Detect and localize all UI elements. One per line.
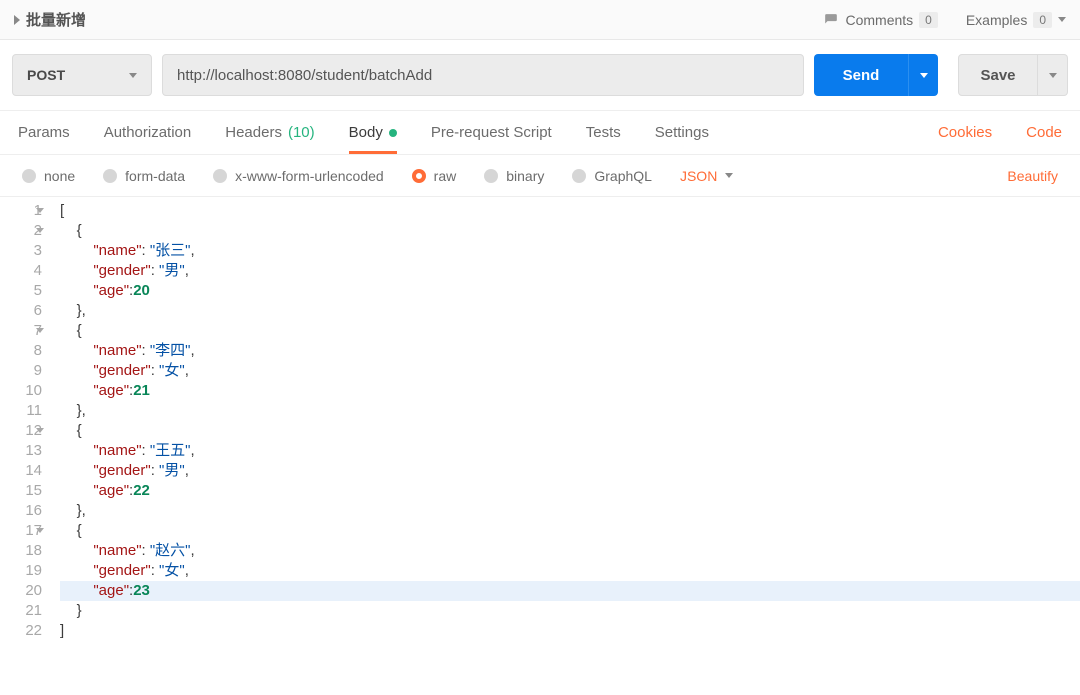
comments-button[interactable]: Comments 0 (823, 12, 937, 28)
body-content-type-select[interactable]: JSON (680, 168, 733, 184)
examples-dropdown[interactable]: Examples 0 (966, 12, 1066, 28)
method-select[interactable]: POST (12, 54, 152, 96)
body-binary-radio[interactable]: binary (484, 168, 544, 184)
editor-gutter: 12345678910111213141516171819202122 (0, 197, 50, 695)
radio-selected-icon (412, 169, 426, 183)
chevron-down-icon (1058, 17, 1066, 22)
code-link[interactable]: Code (1026, 124, 1062, 141)
json-editor[interactable]: 12345678910111213141516171819202122 [ { … (0, 197, 1080, 695)
body-formdata-radio[interactable]: form-data (103, 168, 185, 184)
body-xwww-label: x-www-form-urlencoded (235, 168, 384, 184)
body-raw-radio[interactable]: raw (412, 168, 457, 184)
chevron-down-icon (920, 73, 928, 78)
send-button[interactable]: Send (814, 54, 908, 96)
tab-body[interactable]: Body (349, 111, 397, 154)
body-graphql-radio[interactable]: GraphQL (572, 168, 652, 184)
request-title: 批量新增 (26, 9, 86, 30)
tab-tests[interactable]: Tests (586, 111, 621, 154)
chevron-down-icon (129, 73, 137, 78)
tab-headers-count: (10) (288, 124, 315, 141)
body-none-label: none (44, 168, 75, 184)
tab-authorization[interactable]: Authorization (104, 111, 192, 154)
tab-headers-label: Headers (225, 124, 282, 141)
save-button-group: Save (948, 54, 1068, 96)
examples-count: 0 (1033, 12, 1052, 28)
radio-icon (213, 169, 227, 183)
beautify-link[interactable]: Beautify (1007, 168, 1058, 184)
body-type-row: none form-data x-www-form-urlencoded raw… (0, 155, 1080, 197)
editor-code[interactable]: [ { "name": "张三", "gender": "男", "age":2… (50, 197, 1080, 695)
url-input[interactable]: http://localhost:8080/student/batchAdd (162, 54, 804, 96)
radio-icon (484, 169, 498, 183)
collapse-triangle-icon[interactable] (14, 15, 20, 25)
examples-label: Examples (966, 12, 1027, 28)
body-none-radio[interactable]: none (22, 168, 75, 184)
comment-icon (823, 13, 839, 27)
request-title-bar: 批量新增 Comments 0 Examples 0 (0, 0, 1080, 40)
tab-params[interactable]: Params (18, 111, 70, 154)
save-options-button[interactable] (1038, 54, 1068, 96)
request-tabs: Params Authorization Headers (10) Body P… (0, 111, 1080, 155)
request-row: POST http://localhost:8080/student/batch… (0, 40, 1080, 111)
body-graphql-label: GraphQL (594, 168, 652, 184)
send-options-button[interactable] (908, 54, 938, 96)
body-modified-dot-icon (389, 129, 397, 137)
tab-body-label: Body (349, 124, 383, 141)
comments-label: Comments (845, 12, 913, 28)
method-value: POST (27, 67, 65, 83)
send-button-group: Send (814, 54, 938, 96)
body-content-type-value: JSON (680, 168, 717, 184)
comments-count: 0 (919, 12, 938, 28)
body-formdata-label: form-data (125, 168, 185, 184)
tab-prerequest[interactable]: Pre-request Script (431, 111, 552, 154)
radio-icon (103, 169, 117, 183)
radio-icon (572, 169, 586, 183)
tab-headers[interactable]: Headers (10) (225, 111, 314, 154)
url-value: http://localhost:8080/student/batchAdd (177, 67, 432, 84)
radio-icon (22, 169, 36, 183)
chevron-down-icon (1049, 73, 1057, 78)
body-raw-label: raw (434, 168, 457, 184)
body-binary-label: binary (506, 168, 544, 184)
chevron-down-icon (725, 173, 733, 178)
tab-settings[interactable]: Settings (655, 111, 709, 154)
cookies-link[interactable]: Cookies (938, 124, 992, 141)
body-xwww-radio[interactable]: x-www-form-urlencoded (213, 168, 384, 184)
save-button[interactable]: Save (958, 54, 1038, 96)
